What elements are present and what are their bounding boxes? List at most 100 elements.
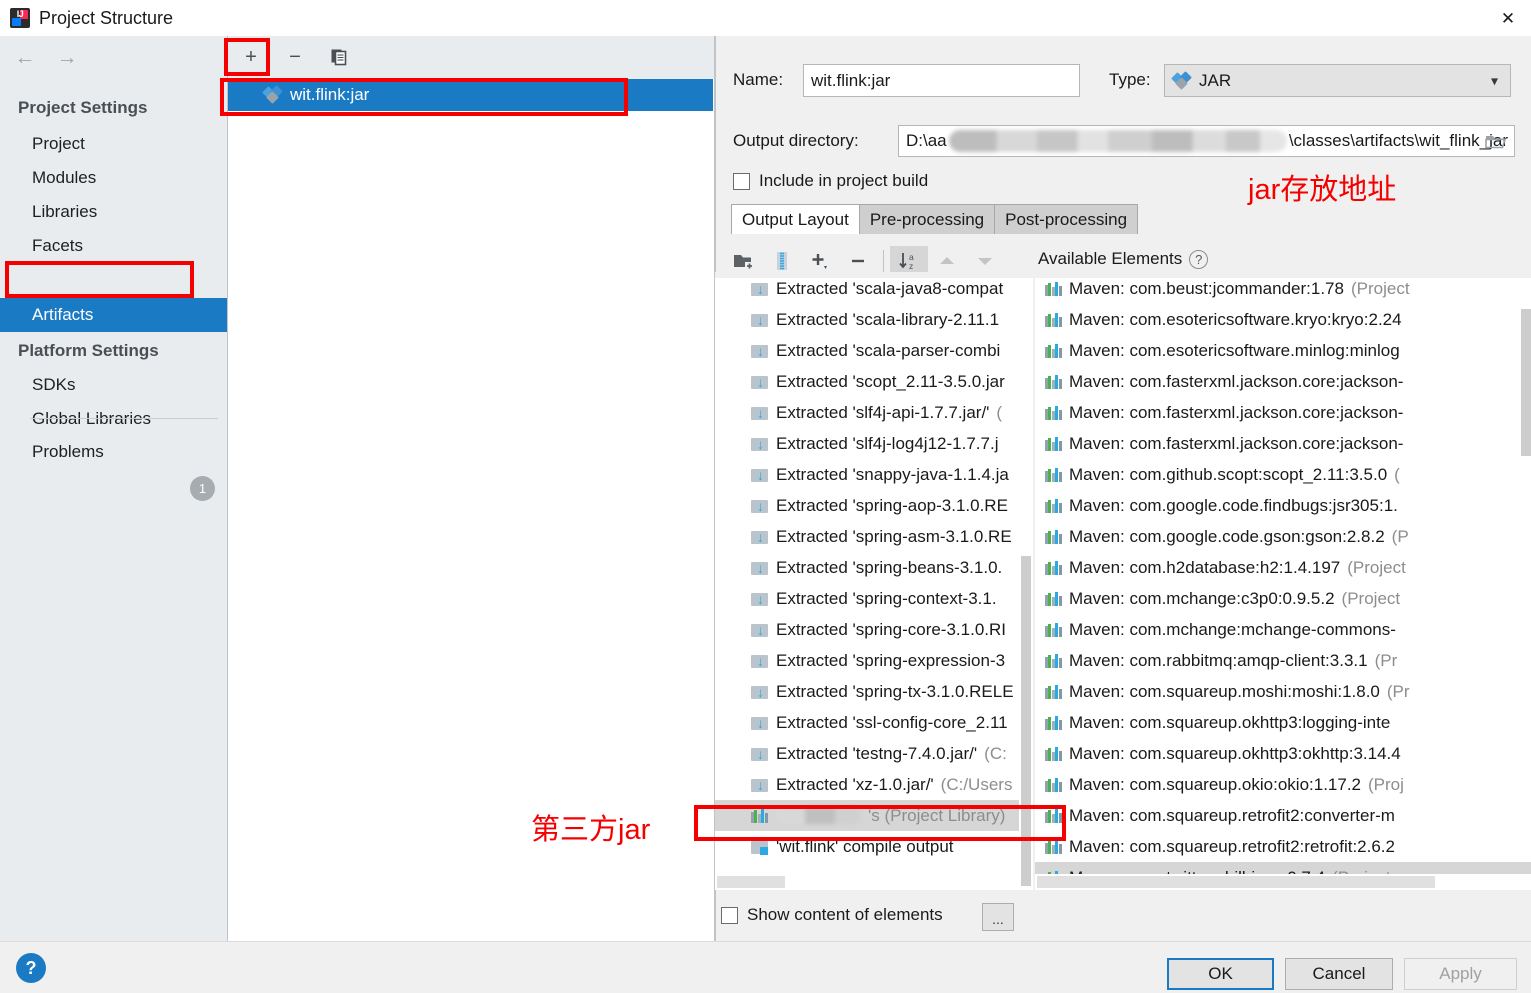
show-content-of-elements-checkbox[interactable]: Show content of elements bbox=[721, 905, 943, 925]
row-sublabel: (Proj bbox=[1368, 774, 1404, 794]
row-label: Maven: com.fasterxml.jackson.core:jackso… bbox=[1069, 371, 1404, 391]
help-button[interactable]: ? bbox=[16, 953, 46, 983]
output-layout-row[interactable]: ↓ Extracted 'spring-tx-3.1.0.RELE bbox=[715, 676, 1033, 707]
close-icon[interactable]: ✕ bbox=[1485, 0, 1531, 36]
output-layout-row[interactable]: ↓ Extracted 'scala-java8-compat bbox=[715, 278, 1033, 304]
library-icon bbox=[1045, 405, 1062, 421]
output-layout-row[interactable]: ↓ Extracted 'spring-beans-3.1.0. bbox=[715, 552, 1033, 583]
tab-pre-processing[interactable]: Pre-processing bbox=[858, 204, 996, 234]
available-element-row[interactable]: Maven: com.fasterxml.jackson.core:jackso… bbox=[1035, 428, 1531, 459]
output-layout-row[interactable]: ↓ Extracted 'scala-parser-combi bbox=[715, 335, 1033, 366]
output-layout-row[interactable]: ↓ Extracted 'spring-aop-3.1.0.RE bbox=[715, 490, 1033, 521]
artifact-type-value: JAR bbox=[1199, 70, 1232, 90]
row-label: Extracted 'spring-aop-3.1.0.RE bbox=[776, 495, 1008, 515]
output-layout-vscrollbar-thumb[interactable] bbox=[1021, 556, 1031, 886]
available-element-row[interactable]: Maven: com.squareup.okhttp3:okhttp:3.14.… bbox=[1035, 738, 1531, 769]
sidebar-item-project[interactable]: Project bbox=[0, 127, 228, 161]
sidebar-item-artifacts[interactable]: Artifacts bbox=[0, 298, 228, 332]
available-element-row[interactable]: Maven: com.google.code.findbugs:jsr305:1… bbox=[1035, 490, 1531, 521]
available-element-row[interactable]: Maven: com.mchange:c3p0:0.9.5.2 (Project bbox=[1035, 583, 1531, 614]
output-layout-row[interactable]: 'wit.flink' compile output bbox=[715, 831, 1033, 862]
library-icon bbox=[1045, 529, 1062, 545]
sidebar-item-modules[interactable]: Modules bbox=[0, 161, 228, 195]
output-layout-row[interactable]: ↓ Extracted 'scopt_2.11-3.5.0.jar bbox=[715, 366, 1033, 397]
library-icon bbox=[1045, 374, 1062, 390]
available-element-row[interactable]: Maven: com.squareup.retrofit2:converter-… bbox=[1035, 800, 1531, 831]
available-element-row[interactable]: Maven: com.fasterxml.jackson.core:jackso… bbox=[1035, 366, 1531, 397]
available-element-row[interactable]: Maven: com.esotericsoftware.kryo:kryo:2.… bbox=[1035, 304, 1531, 335]
sidebar-group-platform-settings: Platform Settings bbox=[18, 341, 159, 360]
output-layout-row[interactable]: ↓ Extracted 'spring-core-3.1.0.RI bbox=[715, 614, 1033, 645]
row-label: Extracted 'spring-beans-3.1.0. bbox=[776, 557, 1003, 577]
sidebar-item-libraries[interactable]: Libraries bbox=[0, 195, 228, 229]
window-title: Project Structure bbox=[39, 7, 174, 28]
row-label: Maven: com.squareup.moshi:moshi:1.8.0 bbox=[1069, 681, 1380, 701]
available-element-row[interactable]: Maven: com.beust:jcommander:1.78 (Project bbox=[1035, 278, 1531, 304]
output-directory-input[interactable]: D:\aa \classes\artifacts\wit_flink_jar bbox=[898, 125, 1515, 157]
row-sublabel: (Project bbox=[1347, 557, 1406, 577]
available-element-row[interactable]: Maven: com.esotericsoftware.minlog:minlo… bbox=[1035, 335, 1531, 366]
forward-arrow-icon[interactable]: → bbox=[54, 47, 80, 68]
browse-folder-icon[interactable] bbox=[1484, 131, 1508, 151]
output-layout-row[interactable]: ↓ Extracted 'ssl-config-core_2.11 bbox=[715, 707, 1033, 738]
row-sublabel: (C:/Users bbox=[940, 774, 1013, 794]
output-layout-row[interactable]: ↓ Extracted 'slf4j-log4j12-1.7.7.j bbox=[715, 428, 1033, 459]
row-label: Maven: com.github.scopt:scopt_2.11:3.5.0 bbox=[1069, 464, 1388, 484]
artifact-list-item-wit-flink-jar[interactable]: wit.flink:jar bbox=[228, 79, 713, 111]
available-element-row[interactable]: Maven: com.mchange:mchange-commons- bbox=[1035, 614, 1531, 645]
available-element-row[interactable]: Maven: com.squareup.okhttp3:logging-inte bbox=[1035, 707, 1531, 738]
library-icon bbox=[1045, 653, 1062, 669]
available-element-row[interactable]: Maven: com.rabbitmq:amqp-client:3.3.1 (Pr bbox=[1035, 645, 1531, 676]
available-element-row[interactable]: Maven: com.fasterxml.jackson.core:jackso… bbox=[1035, 397, 1531, 428]
available-element-row[interactable]: Maven: com.h2database:h2:1.4.197 (Project bbox=[1035, 552, 1531, 583]
available-elements-tree[interactable]: Maven: com.beust:jcommander:1.78 (Project… bbox=[1035, 278, 1531, 890]
more-options-button[interactable]: ... bbox=[982, 903, 1014, 931]
artifact-type-select[interactable]: JAR ▾ bbox=[1164, 64, 1511, 97]
artifact-name-input[interactable]: wit.flink:jar bbox=[803, 64, 1080, 97]
output-layout-row[interactable]: ↓ Extracted 'xz-1.0.jar/' (C:/Users bbox=[715, 769, 1033, 800]
add-artifact-button[interactable]: + bbox=[236, 43, 266, 71]
settings-sidebar: ← → Project Settings Project Modules Lib… bbox=[0, 36, 228, 941]
output-layout-row[interactable]: ↓ Extracted 'scala-library-2.11.1 bbox=[715, 304, 1033, 335]
sidebar-item-global-libraries[interactable]: Global Libraries bbox=[0, 402, 228, 436]
output-layout-row[interactable]: ↓ Extracted 'spring-expression-3 bbox=[715, 645, 1033, 676]
available-elements-hscrollbar-thumb[interactable] bbox=[1037, 876, 1435, 888]
tab-output-layout[interactable]: Output Layout bbox=[731, 204, 860, 234]
available-element-row[interactable]: Maven: com.google.code.gson:gson:2.8.2 (P bbox=[1035, 521, 1531, 552]
tab-post-processing[interactable]: Post-processing bbox=[994, 204, 1139, 234]
library-icon bbox=[1045, 746, 1062, 762]
new-archive-icon bbox=[777, 252, 787, 270]
sidebar-item-facets[interactable]: Facets bbox=[0, 229, 228, 263]
extracted-icon: ↓ bbox=[751, 777, 769, 793]
available-element-row[interactable]: Maven: com.squareup.moshi:moshi:1.8.0 (Pr bbox=[1035, 676, 1531, 707]
output-layout-row[interactable]: 's (Project Library) bbox=[715, 800, 1033, 831]
row-label: Extracted 'testng-7.4.0.jar/' bbox=[776, 743, 978, 763]
apply-button[interactable]: Apply bbox=[1404, 958, 1517, 990]
available-elements-vscrollbar-thumb[interactable] bbox=[1521, 309, 1531, 456]
row-sublabel: (P bbox=[1391, 526, 1409, 546]
library-icon bbox=[1045, 281, 1062, 297]
sidebar-item-sdks[interactable]: SDKs bbox=[0, 368, 228, 402]
library-icon bbox=[1045, 436, 1062, 452]
ok-button[interactable]: OK bbox=[1167, 958, 1274, 990]
output-layout-hscrollbar-thumb[interactable] bbox=[717, 876, 785, 888]
output-layout-row[interactable]: ↓ Extracted 'testng-7.4.0.jar/' (C: bbox=[715, 738, 1033, 769]
cancel-button[interactable]: Cancel bbox=[1285, 958, 1393, 990]
include-in-project-build-label: Include in project build bbox=[759, 171, 929, 190]
back-arrow-icon[interactable]: ← bbox=[12, 47, 38, 68]
available-element-row[interactable]: Maven: com.github.scopt:scopt_2.11:3.5.0… bbox=[1035, 459, 1531, 490]
output-layout-row[interactable]: ↓ Extracted 'slf4j-api-1.7.7.jar/' ( bbox=[715, 397, 1033, 428]
help-circle-icon[interactable]: ? bbox=[1189, 249, 1209, 269]
svg-text:z: z bbox=[909, 261, 913, 271]
include-in-project-build-checkbox[interactable]: Include in project build bbox=[733, 171, 928, 191]
remove-artifact-button[interactable]: − bbox=[280, 43, 310, 71]
row-label: Extracted 'scopt_2.11-3.5.0.jar bbox=[776, 371, 1005, 391]
output-layout-row[interactable]: ↓ Extracted 'spring-asm-3.1.0.RE bbox=[715, 521, 1033, 552]
output-layout-row[interactable]: ↓ Extracted 'snappy-java-1.1.4.ja bbox=[715, 459, 1033, 490]
copy-artifact-button[interactable] bbox=[324, 43, 354, 71]
available-element-row[interactable]: Maven: com.squareup.retrofit2:retrofit:2… bbox=[1035, 831, 1531, 862]
available-element-row[interactable]: Maven: com.squareup.okio:okio:1.17.2 (Pro… bbox=[1035, 769, 1531, 800]
output-layout-tree[interactable]: ↓ Extracted 'scala-java8-compat ↓ Extracted… bbox=[715, 278, 1033, 890]
output-layout-row[interactable]: ↓ Extracted 'spring-context-3.1. bbox=[715, 583, 1033, 614]
sidebar-item-problems[interactable]: Problems bbox=[0, 435, 228, 469]
